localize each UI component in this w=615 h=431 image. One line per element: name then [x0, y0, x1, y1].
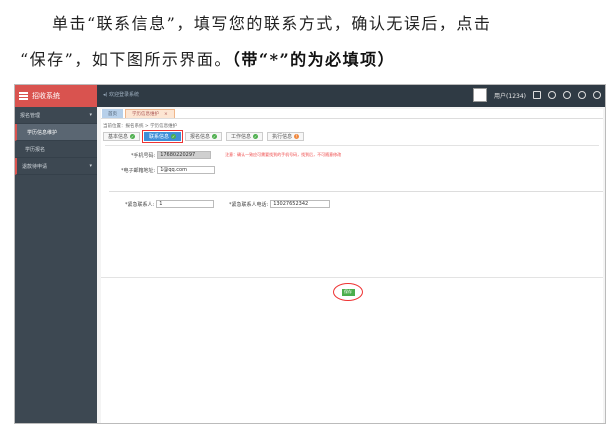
sidebar-item-registration[interactable]: 报名管理 ▾	[15, 107, 97, 124]
phone-label: *手机号码:	[131, 152, 156, 159]
phone-hint: 注意：确认一致应可需要找到的手机号码，找到后，不可随意修改	[225, 152, 342, 157]
brand-title: 招收系统	[32, 92, 60, 100]
power-icon[interactable]	[593, 91, 601, 99]
check-icon: ✓	[130, 134, 136, 139]
email-label: *电子邮箱地址:	[121, 167, 156, 174]
top-bar: 招收系统 ◂) 欢迎登录系统 用户(1234)	[15, 85, 605, 107]
contact-label: *紧急联系人:	[125, 201, 155, 208]
chevron-down-icon: ▾	[89, 163, 92, 169]
user-label[interactable]: 用户(1234)	[494, 91, 526, 100]
contact-phone-field[interactable]: 13027652342	[270, 200, 331, 208]
screenshot-frame: 招收系统 ◂) 欢迎登录系统 用户(1234) 报名管理 ▾ 学历信息维护 学历…	[14, 84, 606, 424]
contact-field[interactable]: 1	[156, 200, 215, 208]
top-right-tools: 用户(1234)	[473, 88, 601, 102]
breadcrumb: 当前位置：报名系统 > 学历信息维护	[103, 124, 178, 129]
check-icon: ✓	[171, 134, 177, 139]
contact-phone-label: *紧急联系人电话:	[229, 201, 269, 208]
sidebar-item-label: 报名管理	[20, 112, 41, 119]
sidebar-item-label: 学历信息维护	[27, 129, 58, 136]
step-label: 报名信息	[190, 134, 211, 140]
step-label: 工作信息	[231, 134, 252, 140]
phone-row: *手机号码: 17680220297 注意：确认一致应可需要找到的手机号码，找到…	[131, 151, 341, 159]
sidebar-item-edu-apply[interactable]: 学历报名	[15, 141, 97, 158]
sidebar: 报名管理 ▾ 学历信息维护 学历报名 退款待申请 ▾	[15, 107, 97, 423]
brand-menu[interactable]: 招收系统	[15, 85, 97, 107]
check-icon: ✓	[253, 134, 259, 139]
message-icon[interactable]	[533, 91, 541, 99]
contact-form: *手机号码: 17680220297 注意：确认一致应可需要找到的手机号码，找到…	[105, 145, 603, 225]
chevron-down-icon: ▾	[89, 112, 92, 118]
warning-icon: !	[294, 134, 300, 139]
avatar[interactable]	[473, 88, 488, 102]
info-icon[interactable]	[563, 91, 571, 99]
email-field[interactable]: 1@qq.com	[157, 166, 216, 174]
page-tabs: 首页 学历信息维护 ×	[101, 109, 603, 119]
top-welcome[interactable]: ◂) 欢迎登录系统	[103, 91, 139, 98]
main-content: 首页 学历信息维护 × 当前位置：报名系统 > 学历信息维护 基本信息 ✓ 联系信…	[101, 109, 603, 423]
sidebar-item-refund[interactable]: 退款待申请 ▾	[15, 158, 97, 175]
save-button[interactable]: 保存	[341, 288, 355, 296]
hamburger-icon[interactable]	[19, 92, 28, 100]
step-work-info[interactable]: 工作信息 ✓	[226, 132, 264, 141]
step-label: 执行信息	[272, 134, 293, 140]
step-label: 基本信息	[108, 134, 129, 140]
sidebar-item-edu-info[interactable]: 学历信息维护	[15, 124, 97, 141]
tab-label: 学历信息维护	[132, 112, 159, 117]
step-tabs: 基本信息 ✓ 联系信息 ✓ 报名信息 ✓ 工作信息 ✓ 执行信息!	[103, 130, 603, 143]
phone-field[interactable]: 17680220297	[157, 151, 212, 159]
step-apply-info[interactable]: 报名信息 ✓	[185, 132, 223, 141]
email-row: *电子邮箱地址: 1@qq.com	[121, 166, 216, 174]
doc-line-2-text: “保存”，如下图所示界面。	[20, 50, 232, 69]
divider	[109, 191, 603, 192]
user-icon[interactable]	[578, 91, 586, 99]
gear-icon[interactable]	[548, 91, 556, 99]
save-highlight: 保存	[333, 283, 363, 301]
sidebar-item-label: 退款待申请	[22, 163, 48, 170]
doc-line-1: 单击“联系信息”，填写您的联系方式，确认无误后，点击	[52, 14, 492, 33]
sidebar-item-label: 学历报名	[25, 146, 46, 153]
step-label: 联系信息	[149, 134, 170, 140]
check-icon: ✓	[212, 134, 218, 139]
close-icon[interactable]: ×	[164, 112, 168, 117]
step-contact-info[interactable]: 联系信息 ✓	[142, 130, 184, 143]
step-exec-info[interactable]: 执行信息!	[267, 132, 305, 141]
doc-line-2-note: （带“*”的为必填项）	[231, 50, 396, 69]
doc-line-2: “保存”，如下图所示界面。（带“*”的为必填项）	[20, 46, 395, 70]
step-basic-info[interactable]: 基本信息 ✓	[103, 132, 141, 141]
contact-phone-row: *紧急联系人电话: 13027652342	[229, 200, 331, 208]
tab-home[interactable]: 首页	[102, 109, 123, 118]
contact-row: *紧急联系人: 1	[125, 200, 215, 208]
tab-edu-info[interactable]: 学历信息维护 ×	[125, 109, 175, 118]
